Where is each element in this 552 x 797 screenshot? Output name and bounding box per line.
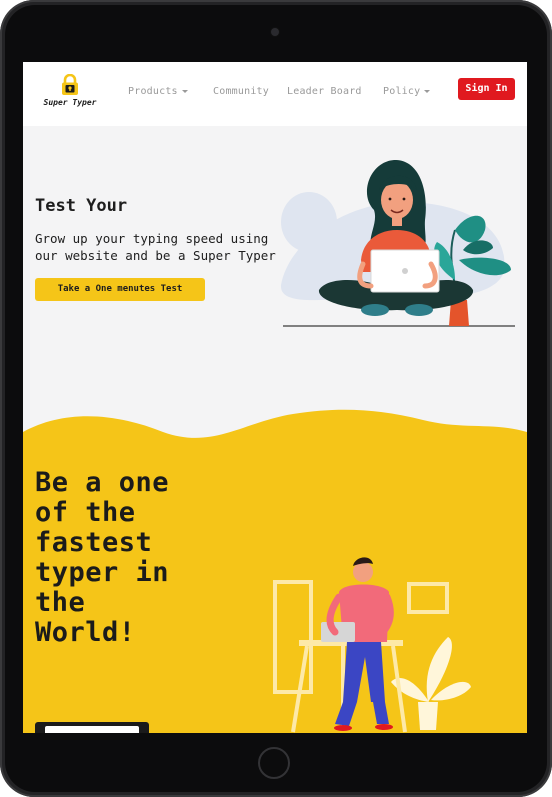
sign-in-button[interactable]: Sign In bbox=[458, 78, 515, 100]
nav-item-label: Policy bbox=[383, 86, 421, 97]
woman-laptop-illustration bbox=[280, 160, 515, 327]
promo-heading-line: typer in bbox=[35, 557, 170, 588]
brand-logo[interactable]: Super Typer bbox=[39, 74, 101, 114]
padlock-logo-icon bbox=[62, 74, 78, 95]
nav-item-policy[interactable]: Policy bbox=[383, 86, 431, 97]
chevron-down-icon bbox=[181, 89, 188, 93]
home-button[interactable] bbox=[258, 747, 290, 779]
promo-heading-line: World! bbox=[35, 617, 136, 648]
chevron-down-icon bbox=[424, 89, 431, 93]
man-desk-illustration bbox=[273, 557, 471, 733]
nav-item-products[interactable]: Products bbox=[128, 86, 188, 97]
nav-item-label: Leader Board bbox=[287, 86, 362, 97]
screen: Super Typer Products Community Leader Bo… bbox=[23, 62, 527, 733]
hero-subtitle: Grow up your typing speed using our webs… bbox=[35, 231, 276, 263]
camera-icon bbox=[271, 28, 279, 36]
promo-heading-line: fastest bbox=[35, 527, 153, 558]
nav-item-label: Community bbox=[213, 86, 269, 97]
nav-item-leader-board[interactable]: Leader Board bbox=[287, 86, 362, 97]
tablet-device-frame: Super Typer Products Community Leader Bo… bbox=[0, 0, 552, 797]
take-test-button[interactable]: Take a One menutes Test bbox=[35, 278, 205, 301]
promo-action-button[interactable] bbox=[35, 722, 149, 733]
nav-item-label: Products bbox=[128, 86, 178, 97]
navbar: Super Typer Products Community Leader Bo… bbox=[23, 62, 527, 126]
brand-name: Super Typer bbox=[43, 98, 97, 107]
promo-action-button-inner bbox=[45, 726, 139, 733]
promo-heading-line: Be a one bbox=[35, 467, 170, 498]
promo-heading: Be a one of the fastest typer in the Wor… bbox=[35, 468, 255, 648]
nav-item-community[interactable]: Community bbox=[213, 86, 269, 97]
promo-heading-line: the bbox=[35, 587, 86, 618]
promo-heading-line: of the bbox=[35, 497, 136, 528]
hero-title: Test Your bbox=[35, 196, 128, 216]
